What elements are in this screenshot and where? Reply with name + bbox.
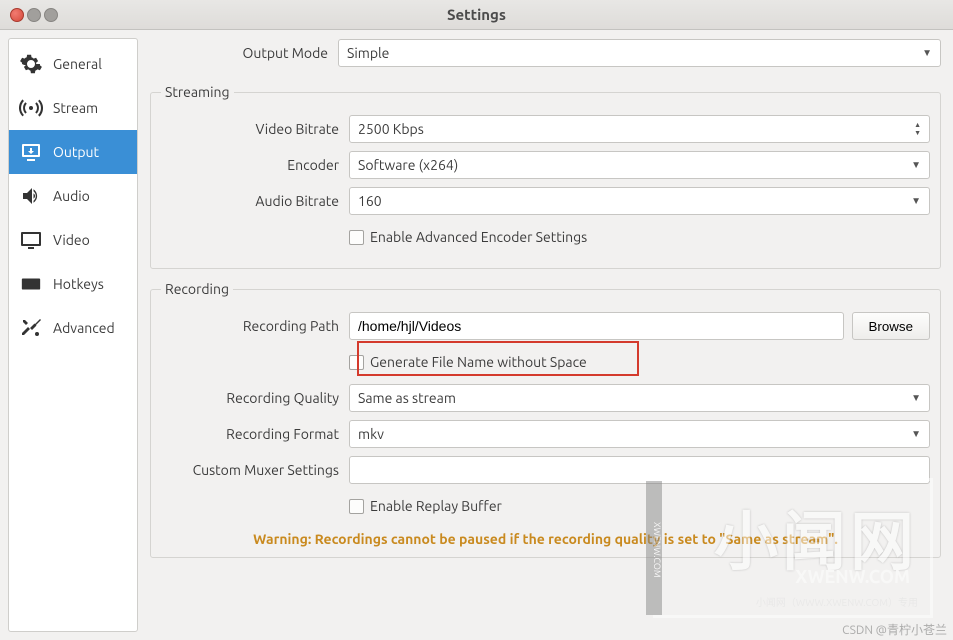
recording-quality-select[interactable]: Same as stream ▼ <box>349 384 930 412</box>
recording-legend: Recording <box>161 281 233 297</box>
output-mode-label: Output Mode <box>150 45 338 61</box>
muxer-label: Custom Muxer Settings <box>161 462 349 478</box>
keyboard-icon <box>17 272 45 296</box>
sidebar-item-hotkeys[interactable]: Hotkeys <box>9 262 137 306</box>
csdn-watermark: CSDN @青柠小苍兰 <box>842 621 947 638</box>
audio-bitrate-label: Audio Bitrate <box>161 193 349 209</box>
chevron-down-icon: ▼ <box>911 195 921 207</box>
sidebar-item-label: Advanced <box>53 320 115 336</box>
recording-path-input[interactable] <box>349 312 844 340</box>
sidebar-item-label: Stream <box>53 100 98 116</box>
muxer-input[interactable] <box>349 456 930 484</box>
sidebar-item-audio[interactable]: Audio <box>9 174 137 218</box>
sidebar-item-label: Output <box>53 144 99 160</box>
spinner-icon[interactable]: ▲▼ <box>914 122 921 137</box>
streaming-legend: Streaming <box>161 84 234 100</box>
output-mode-select[interactable]: Simple ▼ <box>338 39 941 67</box>
recording-group: Recording Recording Path Browse Generate… <box>150 281 941 558</box>
checkbox-icon <box>349 499 364 514</box>
recording-path-label: Recording Path <box>161 318 349 334</box>
broadcast-icon <box>17 96 45 120</box>
sidebar-item-label: General <box>53 56 102 72</box>
chevron-down-icon: ▼ <box>911 392 921 404</box>
streaming-group: Streaming Video Bitrate 2500 Kbps ▲▼ Enc… <box>150 84 941 269</box>
audio-bitrate-select[interactable]: 160 ▼ <box>349 187 930 215</box>
monitor-icon <box>17 228 45 252</box>
window-title: Settings <box>0 6 953 23</box>
checkbox-icon <box>349 230 364 245</box>
monitor-arrow-icon <box>17 140 45 164</box>
sidebar-item-output[interactable]: Output <box>9 130 137 174</box>
chevron-down-icon: ▼ <box>911 428 921 440</box>
sidebar-item-video[interactable]: Video <box>9 218 137 262</box>
recording-format-select[interactable]: mkv ▼ <box>349 420 930 448</box>
recording-format-label: Recording Format <box>161 426 349 442</box>
browse-button[interactable]: Browse <box>852 312 930 340</box>
sidebar-item-stream[interactable]: Stream <box>9 86 137 130</box>
recording-warning: Warning: Recordings cannot be paused if … <box>161 531 930 547</box>
chevron-down-icon: ▼ <box>911 159 921 171</box>
tools-icon <box>17 316 45 340</box>
titlebar: Settings <box>0 0 953 30</box>
sidebar-item-advanced[interactable]: Advanced <box>9 306 137 350</box>
encoder-select[interactable]: Software (x264) ▼ <box>349 151 930 179</box>
recording-quality-label: Recording Quality <box>161 390 349 406</box>
speaker-icon <box>17 184 45 208</box>
video-bitrate-label: Video Bitrate <box>161 121 349 137</box>
enable-advanced-checkbox[interactable]: Enable Advanced Encoder Settings <box>349 229 587 245</box>
replay-buffer-checkbox[interactable]: Enable Replay Buffer <box>349 498 502 514</box>
sidebar-item-label: Hotkeys <box>53 276 104 292</box>
checkbox-icon <box>349 355 364 370</box>
chevron-down-icon: ▼ <box>922 47 932 59</box>
sidebar-item-general[interactable]: General <box>9 42 137 86</box>
sidebar-item-label: Audio <box>53 188 90 204</box>
settings-sidebar: General Stream Output Audio Video <box>8 38 138 632</box>
output-panel: Output Mode Simple ▼ Streaming Video Bit… <box>146 38 945 632</box>
video-bitrate-input[interactable]: 2500 Kbps ▲▼ <box>349 115 930 143</box>
no-space-checkbox[interactable]: Generate File Name without Space <box>349 354 587 370</box>
sidebar-item-label: Video <box>53 232 90 248</box>
encoder-label: Encoder <box>161 157 349 173</box>
gear-icon <box>17 52 45 76</box>
